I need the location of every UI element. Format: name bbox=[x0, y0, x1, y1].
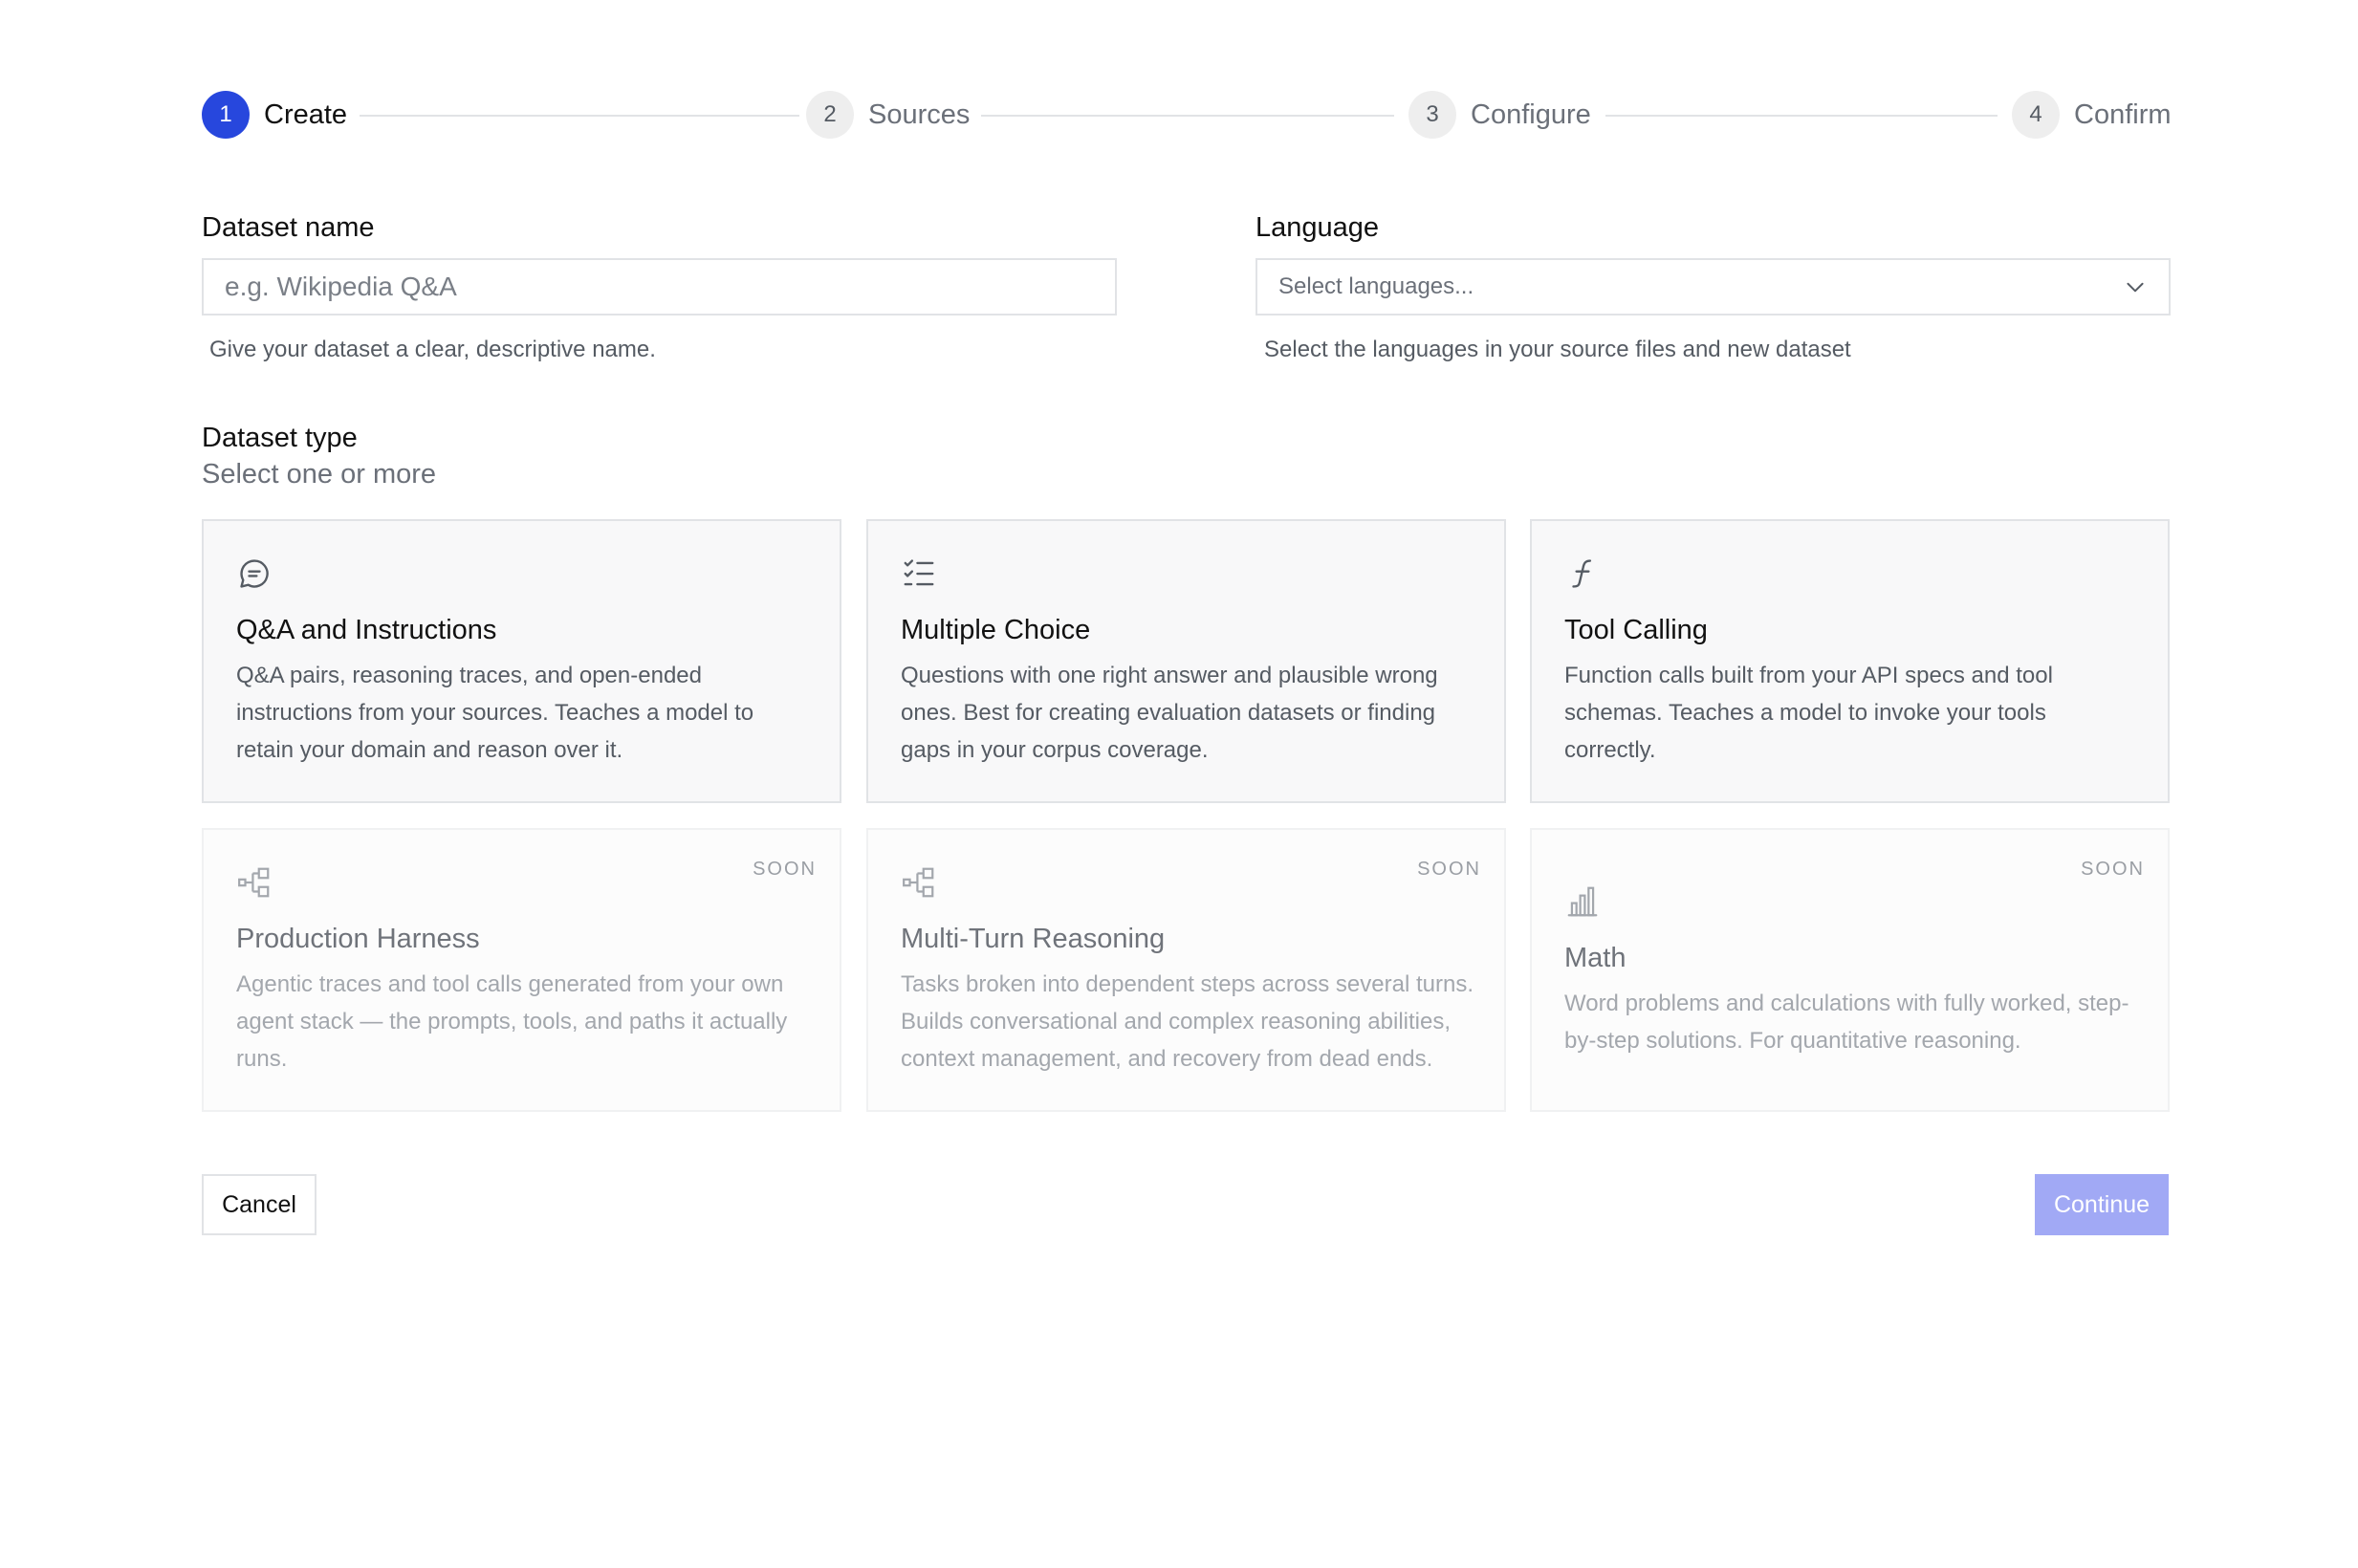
card-tool-calling[interactable]: Tool Calling Function calls built from y… bbox=[1530, 519, 2170, 803]
flow-tree-icon bbox=[903, 867, 934, 898]
card-math: SOON Math Word problems and calculations… bbox=[1530, 828, 2170, 1112]
card-description: Word problems and calculations with full… bbox=[1564, 991, 2129, 1054]
card-multi-turn-reasoning: SOON Multi-Turn Reasoning Tasks broken i… bbox=[866, 828, 1506, 1112]
card-qa-instructions[interactable]: Q&A and Instructions Q&A pairs, reasonin… bbox=[202, 519, 841, 803]
language-select[interactable]: Select languages... bbox=[1255, 258, 2171, 316]
card-production-harness: SOON Production Harness Agentic traces a… bbox=[202, 828, 841, 1112]
continue-button[interactable]: Continue bbox=[2035, 1174, 2169, 1235]
step-configure[interactable]: 3 Configure bbox=[1408, 91, 1591, 139]
card-description: Q&A pairs, reasoning traces, and open-en… bbox=[236, 663, 754, 763]
card-title: Tool Calling bbox=[1564, 615, 1708, 645]
dataset-name-input[interactable] bbox=[225, 272, 1094, 302]
create-dataset-page: 1 Create 2 Sources 3 Configure 4 Confirm… bbox=[0, 0, 2358, 1568]
language-label: Language bbox=[1255, 212, 1380, 243]
step-sources[interactable]: 2 Sources bbox=[806, 91, 970, 139]
card-title: Production Harness bbox=[236, 924, 480, 954]
dataset-name-field-wrapper bbox=[202, 258, 1117, 316]
bar-chart-icon bbox=[1567, 886, 1598, 917]
dataset-type-title: Dataset type bbox=[202, 423, 358, 453]
dataset-name-help: Give your dataset a clear, descriptive n… bbox=[209, 337, 656, 362]
step-connector bbox=[360, 115, 799, 117]
step-connector bbox=[1605, 115, 1998, 117]
step-confirm[interactable]: 4 Confirm bbox=[2012, 91, 2172, 139]
card-description: Function calls built from your API specs… bbox=[1564, 663, 2053, 763]
chat-bubble-icon bbox=[240, 559, 269, 588]
card-title: Q&A and Instructions bbox=[236, 615, 497, 645]
flow-tree-icon bbox=[238, 867, 270, 898]
language-placeholder: Select languages... bbox=[1278, 273, 1474, 299]
step-number: 2 bbox=[806, 91, 854, 139]
card-title: Math bbox=[1564, 943, 1627, 973]
step-label: Create bbox=[264, 98, 348, 130]
dataset-type-subtitle: Select one or more bbox=[202, 459, 437, 490]
card-title: Multiple Choice bbox=[901, 615, 1091, 645]
language-help: Select the languages in your source file… bbox=[1264, 337, 1851, 362]
card-title: Multi-Turn Reasoning bbox=[901, 924, 1166, 954]
card-description: Questions with one right answer and plau… bbox=[901, 663, 1438, 763]
cancel-button[interactable]: Cancel bbox=[202, 1174, 317, 1235]
soon-badge: SOON bbox=[753, 859, 817, 880]
step-label: Confirm bbox=[2074, 98, 2172, 130]
step-create[interactable]: 1 Create bbox=[202, 91, 347, 139]
step-number: 3 bbox=[1408, 91, 1456, 139]
checklist-icon bbox=[904, 559, 934, 586]
chevron-down-icon bbox=[2127, 282, 2144, 293]
card-description: Tasks broken into dependent steps across… bbox=[901, 971, 1474, 1072]
step-label: Configure bbox=[1471, 98, 1591, 130]
dataset-name-label: Dataset name bbox=[202, 212, 375, 243]
soon-badge: SOON bbox=[2081, 859, 2145, 880]
step-label: Sources bbox=[868, 98, 971, 130]
step-number: 4 bbox=[2012, 91, 2060, 139]
step-number: 1 bbox=[202, 91, 250, 139]
stepper: 1 Create 2 Sources 3 Configure 4 Confirm bbox=[202, 91, 2172, 139]
step-connector bbox=[981, 115, 1394, 117]
card-multiple-choice[interactable]: Multiple Choice Questions with one right… bbox=[866, 519, 1506, 803]
card-description: Agentic traces and tool calls generated … bbox=[236, 971, 788, 1072]
function-icon bbox=[1572, 559, 1592, 588]
soon-badge: SOON bbox=[1417, 859, 1481, 880]
